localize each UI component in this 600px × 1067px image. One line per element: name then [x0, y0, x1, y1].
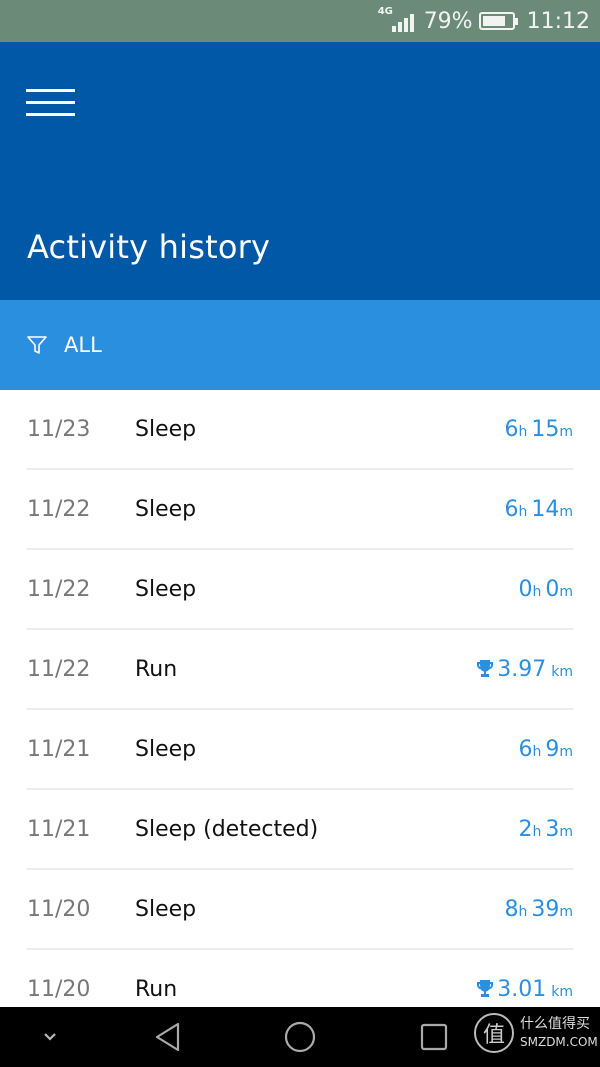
- clock: 11:12: [526, 8, 590, 34]
- battery-percent: 79%: [423, 8, 473, 34]
- activity-date: 11/22: [27, 496, 91, 522]
- watermark-logo-icon: 值: [474, 1013, 514, 1053]
- hamburger-menu-icon[interactable]: [26, 86, 76, 116]
- trophy-icon: [477, 980, 494, 997]
- page-title: Activity history: [27, 228, 271, 266]
- hours-unit: h: [532, 743, 542, 760]
- distance-value: 3.01: [497, 976, 547, 1002]
- battery-fill: [482, 16, 505, 26]
- activity-date: 11/23: [27, 416, 91, 442]
- minutes-value: 3: [545, 816, 560, 842]
- activity-row[interactable]: 11/21 Sleep 6 h 9 m: [27, 710, 573, 790]
- filter-funnel-icon: [27, 336, 47, 354]
- activity-value: 8 h 39 m: [504, 897, 573, 922]
- minutes-value: 15: [531, 416, 560, 442]
- trophy-icon: [477, 660, 494, 677]
- activity-type: Sleep: [135, 416, 197, 442]
- activity-value: 6 h 15 m: [504, 417, 573, 442]
- hours-unit: h: [532, 583, 542, 600]
- activity-row[interactable]: 11/20 Sleep 8 h 39 m: [27, 870, 573, 950]
- network-type-label: 4G: [377, 6, 393, 17]
- activity-row[interactable]: 11/23 Sleep 6 h 15 m: [27, 390, 573, 470]
- back-triangle-icon: [155, 1022, 180, 1052]
- home-button[interactable]: [272, 1007, 328, 1067]
- watermark-title: 什么值得买: [520, 1016, 590, 1032]
- activity-date: 11/22: [27, 656, 91, 682]
- activity-value: 2h3m: [518, 817, 573, 842]
- minutes-unit: m: [559, 823, 573, 840]
- activity-type: Sleep: [135, 896, 197, 922]
- activity-date: 11/20: [27, 976, 91, 1002]
- recents-button[interactable]: [406, 1007, 462, 1067]
- hours-value: 0: [518, 576, 533, 602]
- activity-date: 11/20: [27, 896, 91, 922]
- activity-date: 11/22: [27, 576, 91, 602]
- activity-type: Sleep: [135, 576, 197, 602]
- battery-icon: [478, 12, 518, 30]
- minutes-unit: m: [559, 583, 573, 600]
- activity-value: 6h9m: [518, 737, 573, 762]
- hours-unit: h: [518, 903, 528, 920]
- activity-date: 11/21: [27, 816, 91, 842]
- minutes-value: 9: [545, 736, 560, 762]
- distance-value: 3.97: [497, 656, 547, 682]
- activity-row[interactable]: 11/22 Run 3.97 km: [27, 630, 573, 710]
- minutes-value: 0: [545, 576, 560, 602]
- hours-value: 2: [518, 816, 533, 842]
- system-nav-bar: 值 什么值得买 SMZDM.COM: [0, 1007, 600, 1067]
- activity-type: Sleep (detected): [135, 816, 319, 842]
- activity-type: Run: [135, 656, 178, 682]
- home-circle-icon: [284, 1021, 316, 1053]
- hours-value: 8: [504, 896, 519, 922]
- activity-value: 3.01 km: [476, 977, 573, 1002]
- hours-value: 6: [504, 416, 519, 442]
- hours-unit: h: [518, 423, 528, 440]
- activity-type: Run: [135, 976, 178, 1002]
- activity-type: Sleep: [135, 736, 197, 762]
- activity-value: 0h0m: [518, 577, 573, 602]
- activity-list: 11/23 Sleep 6 h 15 m 11/22 Sleep 6 h 14 m 11/22 Sleep…: [0, 390, 600, 1030]
- minutes-unit: m: [559, 743, 573, 760]
- minutes-unit: m: [559, 903, 573, 920]
- recents-square-icon: [420, 1023, 448, 1051]
- activity-type: Sleep: [135, 496, 197, 522]
- minutes-value: 39: [531, 896, 560, 922]
- hours-value: 6: [518, 736, 533, 762]
- activity-row[interactable]: 11/21 Sleep (detected) 2 h 3 m: [27, 790, 573, 870]
- distance-unit: km: [551, 983, 573, 1000]
- status-bar: 4G 79% 11:12: [0, 0, 600, 42]
- activity-value: 3.97 km: [476, 657, 573, 682]
- chevron-down-icon: [44, 1033, 56, 1041]
- hours-value: 6: [504, 496, 519, 522]
- watermark-subtitle: SMZDM.COM: [520, 1035, 598, 1049]
- activity-row[interactable]: 11/22 Sleep 6 h 14 m: [27, 470, 573, 550]
- minutes-value: 14: [531, 496, 560, 522]
- filter-button[interactable]: ALL: [0, 300, 600, 390]
- back-button[interactable]: [140, 1007, 196, 1067]
- hours-unit: h: [518, 503, 528, 520]
- activity-row[interactable]: 11/22 Sleep 0 h 0 m: [27, 550, 573, 630]
- minutes-unit: m: [559, 423, 573, 440]
- distance-unit: km: [551, 663, 573, 680]
- hide-nav-chevron-button[interactable]: [30, 1007, 70, 1067]
- hours-unit: h: [532, 823, 542, 840]
- minutes-unit: m: [559, 503, 573, 520]
- cellular-signal-icon: 4G: [378, 6, 414, 36]
- activity-date: 11/21: [27, 736, 91, 762]
- filter-label: ALL: [64, 333, 102, 357]
- activity-value: 6 h 14 m: [504, 497, 573, 522]
- watermark: 值 什么值得买 SMZDM.COM: [474, 1013, 598, 1053]
- app-header: Activity history: [0, 42, 600, 300]
